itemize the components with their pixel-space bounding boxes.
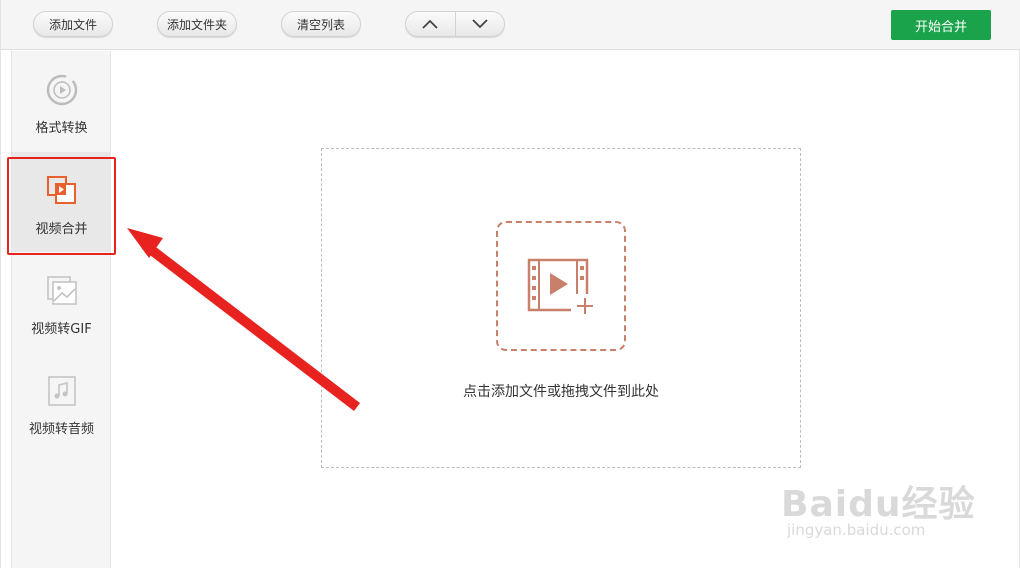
move-up-button[interactable] [406,12,455,36]
sidebar-item-label: 视频合并 [35,222,88,237]
sidebar-item-video-to-audio[interactable]: 视频转音频 [12,352,111,452]
clear-list-button[interactable]: 清空列表 [281,11,361,37]
music-note-icon [45,374,79,408]
file-drop-zone[interactable]: 点击添加文件或拖拽文件到此处 [321,148,801,468]
watermark-logo: Baidu经验 [781,484,976,525]
move-buttons-group [405,11,505,37]
app-window: 添加文件 添加文件夹 清空列表 开始合并 格式转换 视频合并 视频转GIF 视频… [0,0,1020,568]
add-video-icon [527,258,593,314]
sidebar-item-video-to-gif[interactable]: 视频转GIF [12,252,111,352]
watermark: Baidu经验 jingyan.baidu.com [781,455,981,555]
add-video-area[interactable] [496,221,626,351]
toolbar: 添加文件 添加文件夹 清空列表 开始合并 [1,0,1020,50]
sidebar-item-format-convert[interactable]: 格式转换 [12,51,111,151]
watermark-url: jingyan.baidu.com [787,521,926,539]
sidebar-item-label: 格式转换 [35,121,88,136]
sidebar-item-label: 视频转音频 [28,422,94,437]
add-file-button[interactable]: 添加文件 [33,11,113,37]
video-merge-icon [45,174,79,208]
sidebar-item-label: 视频转GIF [31,322,92,337]
image-icon [45,274,79,308]
add-folder-button[interactable]: 添加文件夹 [157,11,237,37]
move-down-button[interactable] [454,12,504,36]
chevron-down-icon [472,19,488,29]
sidebar-item-video-merge[interactable]: 视频合并 [12,152,111,252]
start-merge-button[interactable]: 开始合并 [891,10,991,40]
play-circle-icon [45,73,79,107]
chevron-up-icon [422,19,439,29]
drop-zone-hint: 点击添加文件或拖拽文件到此处 [463,384,659,400]
sidebar: 格式转换 视频合并 视频转GIF 视频转音频 [11,51,111,568]
